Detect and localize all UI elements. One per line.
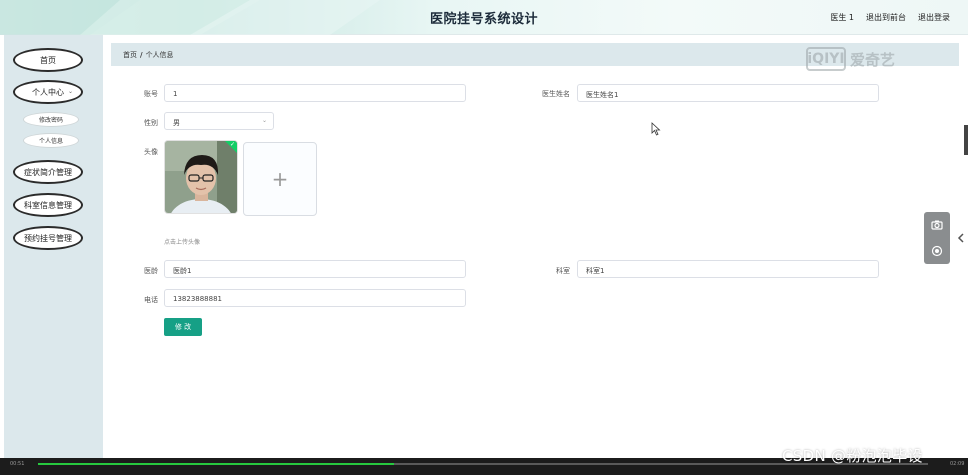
mouse-cursor-icon <box>651 122 661 136</box>
watermark-logo: iQIYI <box>806 47 846 71</box>
edge-strip <box>964 125 968 155</box>
top-header: 医院挂号系统设计 医生 1 退出到前台 退出登录 <box>0 0 968 35</box>
phone-label: 电话 <box>144 296 158 304</box>
target-icon[interactable] <box>924 238 950 264</box>
modify-button[interactable]: 修 改 <box>164 318 202 336</box>
gender-selected-value: 男 <box>173 119 180 127</box>
chevron-down-icon: ⌄ <box>261 117 267 124</box>
breadcrumb-home[interactable]: 首页 <box>123 51 137 59</box>
current-user: 医生 1 <box>830 13 854 22</box>
account-label: 账号 <box>144 90 158 98</box>
sidebar-subitem-label: 个人信息 <box>38 138 63 145</box>
breadcrumb-current: 个人信息 <box>145 51 174 59</box>
sidebar-subitem-label: 修改密码 <box>38 117 63 124</box>
csdn-credit: CSDN @粉泡泡毕设 <box>782 447 923 465</box>
age-field[interactable]: 医龄1 <box>164 260 466 278</box>
header-actions: 医生 1 退出到前台 退出登录 <box>830 12 950 23</box>
player-side-tools <box>924 212 950 264</box>
sidebar-item-label: 症状简介管理 <box>24 167 72 177</box>
age-label: 医龄 <box>144 267 158 275</box>
app-title: 医院挂号系统设计 <box>429 12 538 27</box>
sidebar-item-home[interactable]: 首页 <box>13 48 83 72</box>
phone-field[interactable]: 13823888881 <box>164 289 466 307</box>
logout-link[interactable]: 退出登录 <box>918 12 950 23</box>
sidebar-subitem-change-password[interactable]: 修改密码 <box>23 112 79 127</box>
back-to-front-link[interactable]: 退出到前台 <box>866 12 906 23</box>
gender-label: 性别 <box>144 119 158 127</box>
doctor-name-field[interactable]: 医生姓名1 <box>577 84 879 102</box>
account-field[interactable]: 1 <box>164 84 466 102</box>
doctor-name-label: 医生姓名 <box>542 90 570 98</box>
avatar-label: 头像 <box>144 148 158 156</box>
chevron-down-icon: ⌄ <box>67 88 73 95</box>
video-progress-fill <box>38 463 394 465</box>
department-field[interactable]: 科室1 <box>577 260 879 278</box>
total-time: 02:09 <box>950 461 965 467</box>
sidebar-item-label: 首页 <box>40 55 56 65</box>
department-label: 科室 <box>556 267 570 275</box>
avatar-image: ✓ <box>164 140 238 214</box>
gender-select[interactable]: 男 ⌄ <box>164 112 274 130</box>
upload-hint: 点击上传头像 <box>164 239 201 246</box>
avatar-photo <box>165 141 237 213</box>
sidebar-subitem-personal-info[interactable]: 个人信息 <box>23 133 79 148</box>
sidebar-item-label: 科室信息管理 <box>24 200 72 210</box>
sidebar-item-appointment-management[interactable]: 预约挂号管理 <box>13 226 83 250</box>
sidebar-item-symptom-management[interactable]: 症状简介管理 <box>13 160 83 184</box>
sidebar-item-department-management[interactable]: 科室信息管理 <box>13 193 83 217</box>
breadcrumb-separator: / <box>140 51 143 59</box>
camera-icon[interactable] <box>924 212 950 238</box>
watermark-text: 爱奇艺 <box>850 50 896 69</box>
sidebar-item-label: 预约挂号管理 <box>24 233 72 243</box>
sidebar-item-label: 个人中心 <box>32 87 64 97</box>
elapsed-time: 00:51 <box>10 461 25 467</box>
sidebar-item-personal-center[interactable]: 个人中心 ⌄ <box>13 80 83 104</box>
check-icon: ✓ <box>229 141 235 148</box>
plus-icon: + <box>271 167 289 191</box>
video-watermark: iQIYI 爱奇艺 <box>806 47 895 71</box>
chevron-left-icon[interactable] <box>954 224 968 252</box>
avatar-upload-button[interactable]: + <box>243 142 317 216</box>
breadcrumb: 首页 / 个人信息 <box>123 50 174 60</box>
